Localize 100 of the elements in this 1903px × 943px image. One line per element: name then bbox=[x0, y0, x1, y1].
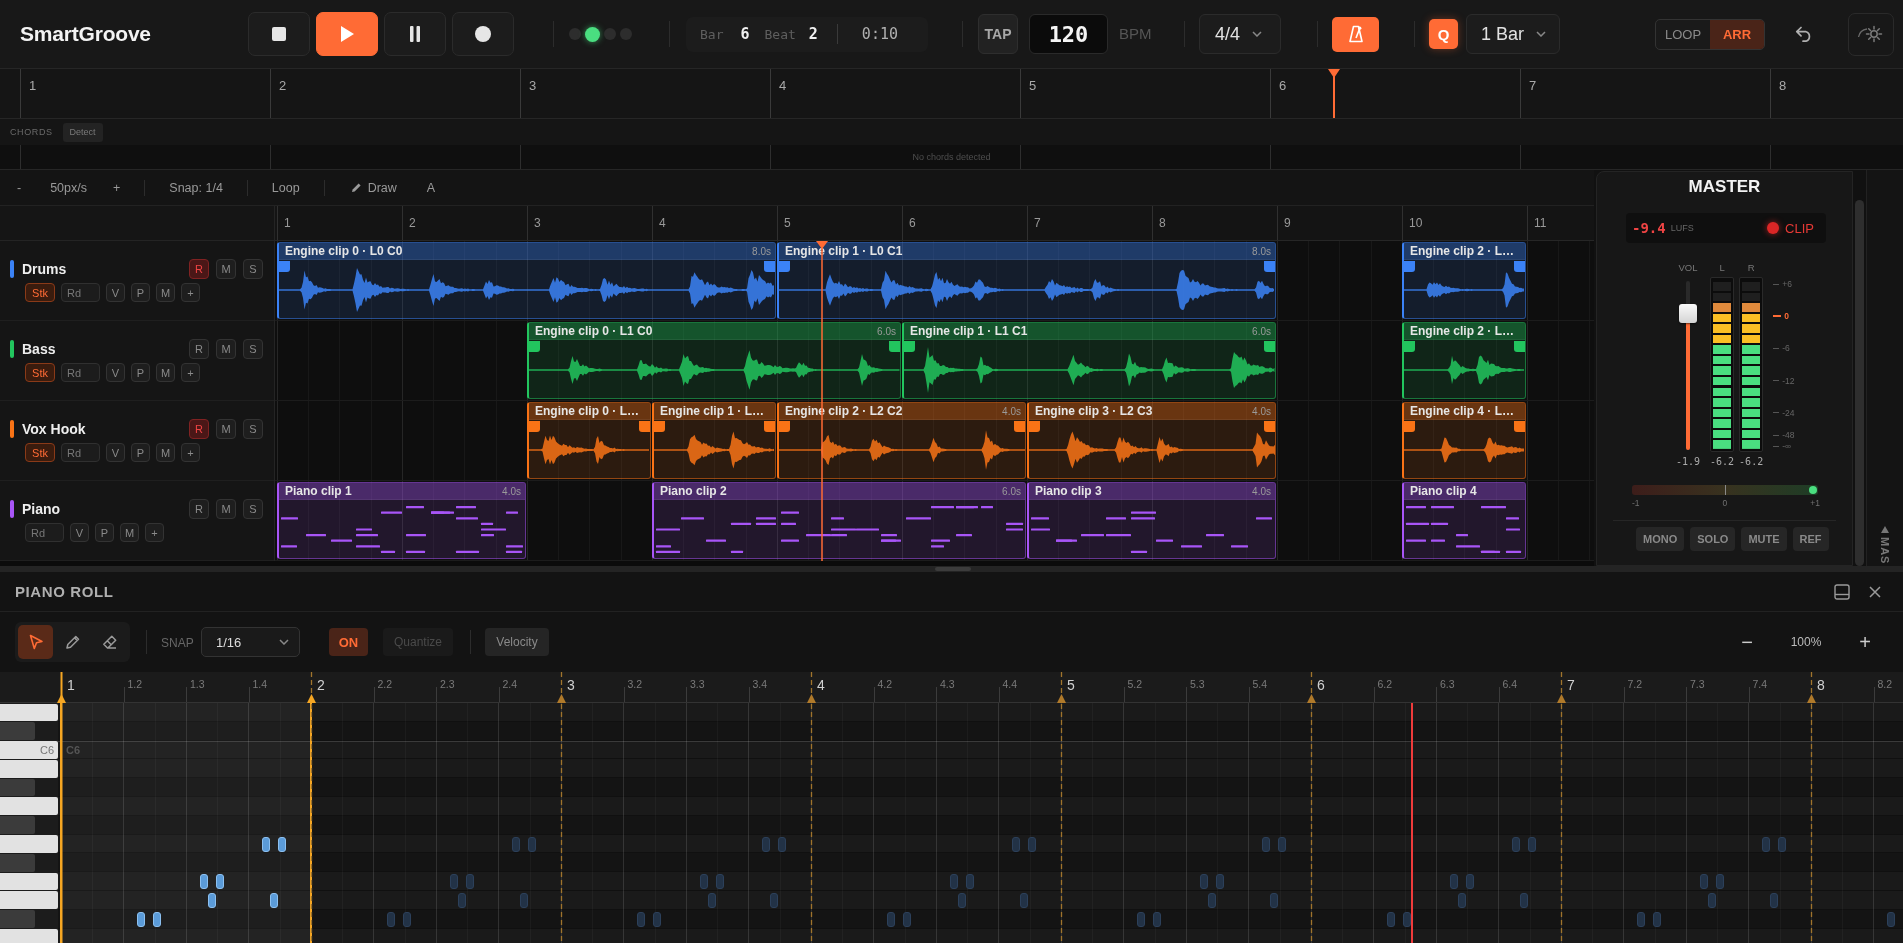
trim-handle[interactable] bbox=[639, 421, 650, 432]
track-option-button[interactable]: M bbox=[156, 443, 175, 462]
zoom-out-button[interactable]: − bbox=[1735, 630, 1759, 654]
bar-marker[interactable] bbox=[1056, 672, 1066, 943]
bpm-field[interactable]: 120 bbox=[1029, 14, 1108, 54]
clip[interactable]: Engine clip 1 · L1 C1 6.0s bbox=[902, 322, 1276, 399]
midi-note[interactable] bbox=[262, 836, 270, 852]
trim-handle[interactable] bbox=[1264, 421, 1275, 432]
track-option-button[interactable]: M bbox=[156, 283, 175, 302]
input-select[interactable]: Rd bbox=[61, 283, 100, 302]
bar-marker[interactable] bbox=[56, 672, 66, 943]
snap-toggle-button[interactable]: ON bbox=[329, 628, 368, 656]
quantize-button[interactable]: Q bbox=[1429, 19, 1458, 49]
record-arm-button[interactable]: R bbox=[189, 259, 209, 279]
record-arm-button[interactable]: R bbox=[189, 419, 209, 439]
trim-handle[interactable] bbox=[1514, 421, 1525, 432]
draw-button[interactable]: Draw bbox=[350, 180, 397, 195]
reference-button[interactable]: REF bbox=[1792, 527, 1829, 551]
trim-handle[interactable] bbox=[654, 421, 665, 432]
clip[interactable]: Engine clip 0 · L0 C0 8.0s bbox=[277, 242, 776, 319]
track-option-button[interactable]: V bbox=[106, 363, 125, 382]
track-solo-button[interactable]: S bbox=[243, 419, 263, 439]
trim-handle[interactable] bbox=[1264, 341, 1275, 352]
stack-button[interactable]: Stk bbox=[25, 443, 55, 462]
zoom-in-button[interactable]: + bbox=[113, 180, 121, 195]
close-icon[interactable] bbox=[1869, 585, 1881, 598]
clip[interactable]: Engine clip 4 · L… bbox=[1402, 402, 1526, 479]
track-option-button[interactable]: V bbox=[106, 283, 125, 302]
playhead-line[interactable] bbox=[1411, 703, 1413, 943]
track-solo-button[interactable]: S bbox=[243, 339, 263, 359]
metronome-button[interactable] bbox=[1332, 16, 1379, 52]
clip[interactable]: Engine clip 2 · L… bbox=[1402, 322, 1526, 399]
mono-button[interactable]: MONO bbox=[1636, 527, 1685, 551]
add-button[interactable]: + bbox=[181, 283, 200, 302]
stop-button[interactable] bbox=[248, 12, 310, 56]
track-option-button[interactable]: M bbox=[120, 523, 139, 542]
trim-handle[interactable] bbox=[1404, 341, 1415, 352]
piano-key[interactable] bbox=[0, 872, 58, 891]
trim-handle[interactable] bbox=[889, 341, 900, 352]
track-mute-button[interactable]: M bbox=[216, 339, 236, 359]
stack-button[interactable]: Stk bbox=[25, 283, 55, 302]
track-solo-button[interactable]: S bbox=[243, 499, 263, 519]
bar-marker[interactable] bbox=[556, 672, 566, 943]
bar-marker[interactable] bbox=[806, 672, 816, 943]
input-select[interactable]: Rd bbox=[25, 523, 64, 542]
track-option-button[interactable]: V bbox=[106, 443, 125, 462]
clip[interactable]: Engine clip 1 · L… bbox=[652, 402, 776, 479]
piano-key[interactable]: C6 bbox=[0, 741, 58, 759]
piano-key[interactable] bbox=[0, 703, 58, 722]
loop-button[interactable]: Loop bbox=[271, 180, 300, 195]
resize-handle[interactable] bbox=[935, 567, 971, 571]
bar-marker[interactable] bbox=[1806, 672, 1816, 943]
record-arm-button[interactable]: R bbox=[189, 499, 209, 519]
piano-key[interactable] bbox=[0, 759, 58, 778]
master-mute-button[interactable]: MUTE bbox=[1741, 527, 1787, 551]
scrollbar[interactable] bbox=[1855, 200, 1864, 566]
piano-key[interactable] bbox=[0, 891, 58, 910]
midi-note[interactable] bbox=[200, 874, 208, 890]
trim-handle[interactable] bbox=[1404, 421, 1415, 432]
time-signature-select[interactable]: 4/4 bbox=[1199, 14, 1281, 54]
midi-note[interactable] bbox=[208, 893, 216, 908]
master-solo-button[interactable]: SOLO bbox=[1690, 527, 1736, 551]
track-option-button[interactable]: V bbox=[70, 523, 89, 542]
midi-note[interactable] bbox=[153, 911, 161, 927]
theme-button[interactable] bbox=[1848, 12, 1894, 56]
bar-marker[interactable] bbox=[306, 672, 316, 943]
clip[interactable]: Engine clip 2 · L… bbox=[1402, 242, 1526, 319]
clip[interactable]: Engine clip 0 · L1 C0 6.0s bbox=[527, 322, 901, 399]
tap-tempo-button[interactable]: TAP bbox=[978, 14, 1018, 54]
record-arm-button[interactable]: R bbox=[189, 339, 209, 359]
bar-marker[interactable] bbox=[1556, 672, 1566, 943]
mode-tab[interactable]: ARR bbox=[1710, 19, 1764, 49]
midi-note[interactable] bbox=[216, 874, 224, 890]
bar-marker[interactable] bbox=[1306, 672, 1316, 943]
trim-handle[interactable] bbox=[1514, 341, 1525, 352]
trim-handle[interactable] bbox=[764, 261, 775, 272]
snap-select[interactable]: 1/16 bbox=[201, 627, 300, 657]
play-button[interactable] bbox=[316, 12, 378, 56]
track-solo-button[interactable]: S bbox=[243, 259, 263, 279]
detect-button[interactable]: Detect bbox=[62, 122, 103, 142]
trim-handle[interactable] bbox=[1014, 421, 1025, 432]
add-button[interactable]: + bbox=[145, 523, 164, 542]
trim-handle[interactable] bbox=[779, 261, 790, 272]
trim-handle[interactable] bbox=[529, 341, 540, 352]
midi-note[interactable] bbox=[278, 836, 286, 852]
clip[interactable]: Engine clip 2 · L2 C2 4.0s bbox=[777, 402, 1026, 479]
track-mute-button[interactable]: M bbox=[216, 419, 236, 439]
trim-handle[interactable] bbox=[904, 341, 915, 352]
trim-handle[interactable] bbox=[1404, 261, 1415, 272]
midi-note[interactable] bbox=[270, 893, 278, 908]
track-option-button[interactable]: P bbox=[131, 283, 150, 302]
clip[interactable]: Piano clip 4 bbox=[1402, 482, 1526, 559]
trim-handle[interactable] bbox=[1514, 261, 1525, 272]
zoom-out-button[interactable]: - bbox=[17, 180, 22, 195]
track-mute-button[interactable]: M bbox=[216, 499, 236, 519]
trim-handle[interactable] bbox=[1264, 261, 1275, 272]
playhead[interactable] bbox=[1327, 69, 1340, 118]
input-select[interactable]: Rd bbox=[61, 363, 100, 382]
track-option-button[interactable]: M bbox=[156, 363, 175, 382]
record-button[interactable] bbox=[452, 12, 514, 56]
